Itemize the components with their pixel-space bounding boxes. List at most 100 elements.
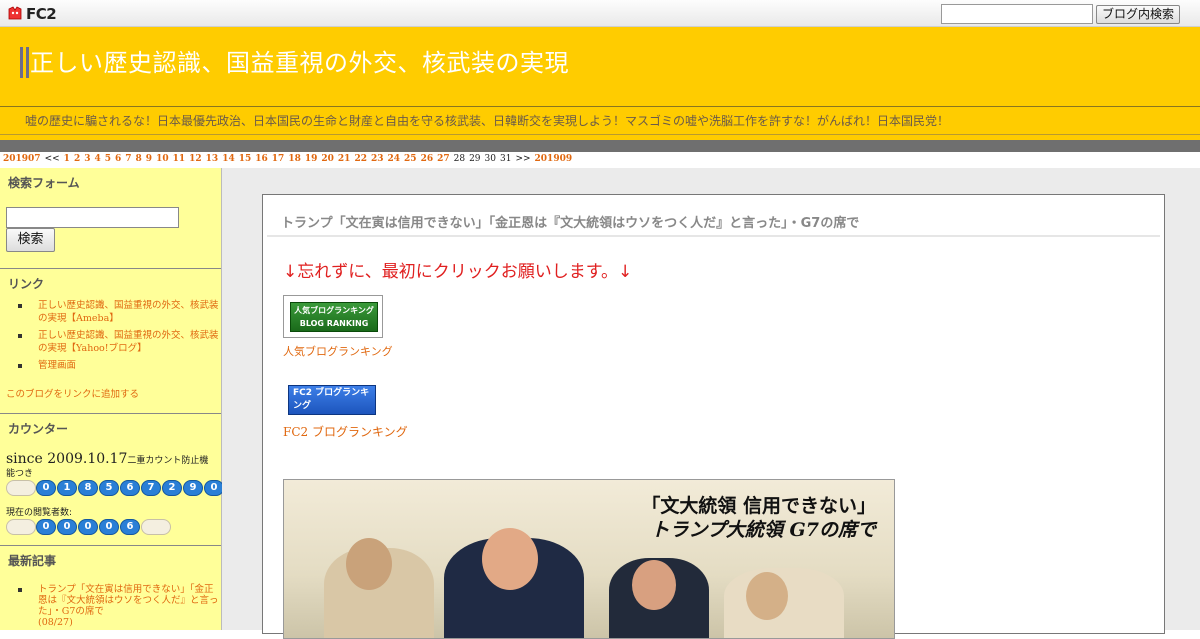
entry-title[interactable]: トランプ「文在寅は信用できない」「金正恩は『文大統領はウソをつく人だ』と言った」…	[281, 212, 859, 231]
calendar-day-link[interactable]: 10	[156, 154, 169, 164]
calendar-day-link[interactable]: 25	[404, 154, 417, 164]
fc2-toolbar: FC2 ブログ内検索	[0, 0, 1200, 27]
counter-digit: 0	[36, 519, 56, 535]
calendar-day-link[interactable]: 8	[136, 154, 142, 164]
sidebar-links-title: リンク	[8, 277, 45, 291]
calendar-day-link[interactable]: 1	[64, 154, 70, 164]
recent-list: トランプ「文在寅は信用できない」「金正恩は『文大統領はウソをつく人だ』と言った」…	[0, 568, 221, 628]
photo-caption-line2: トランプ大統領 G7の席で	[650, 519, 877, 541]
calendar-day-link[interactable]: 17	[272, 154, 285, 164]
sidebar-search-block: 検索フォーム 検索	[0, 168, 221, 268]
calendar-day-link[interactable]: 16	[255, 154, 268, 164]
photo-figure-head	[746, 572, 788, 620]
title-accent-bar	[26, 47, 29, 78]
blog-ranking-banner[interactable]: 人気ブログランキング BLOG RANKING	[283, 295, 383, 338]
header-strip	[0, 140, 1200, 152]
recent-article-title: トランプ「文在寅は信用できない」「金正恩は『文大統領はウソをつく人だ』と言った」…	[38, 584, 219, 617]
fc2-ranking-banner[interactable]: FC2 ブログランキング	[288, 385, 376, 415]
recent-article-link[interactable]: トランプ「文在寅は信用できない」「金正恩は『文大統領はウソをつく人だ』と言った」…	[18, 584, 221, 628]
counter-digit: 6	[120, 480, 140, 496]
calendar-day-link[interactable]: 23	[371, 154, 384, 164]
calendar-day-link[interactable]: 24	[388, 154, 401, 164]
sidebar-counter-block: カウンター since 2009.10.17二重カウント防止機 能つき 0185…	[0, 413, 255, 546]
calendar-day-link[interactable]: 13	[206, 154, 219, 164]
calendar-next-month[interactable]: 201909	[535, 154, 573, 164]
calendar-day-link[interactable]: 11	[173, 154, 186, 164]
header-divider	[0, 134, 1200, 135]
counter-since: since 2009.10.17二重カウント防止機	[6, 451, 208, 467]
blog-header: 正しい歴史認識、国益重視の外交、核武装の実現 嘘の歴史に騙されるな！日本最優先政…	[0, 27, 1200, 152]
counter-note: 二重カウント防止機	[127, 456, 209, 466]
calendar-day-link[interactable]: 12	[189, 154, 202, 164]
fc2-logo[interactable]: FC2	[7, 4, 57, 23]
sidebar-counter-title: カウンター	[8, 422, 69, 436]
calendar-day-link[interactable]: 27	[437, 154, 450, 164]
counter-cap-icon	[141, 519, 171, 535]
current-viewers-counter: 00006	[6, 519, 171, 535]
fc2-logo-text: FC2	[26, 4, 57, 23]
counter-note-cont: 能つき	[6, 469, 34, 479]
site-title[interactable]: 正しい歴史認識、国益重視の外交、核武装の実現	[30, 47, 569, 79]
calendar-day: 30	[484, 154, 496, 164]
counter-cap-icon	[6, 480, 36, 496]
calendar-day-link[interactable]: 9	[146, 154, 152, 164]
calendar-day-link[interactable]: 3	[84, 154, 90, 164]
calendar-day-link[interactable]: 15	[239, 154, 252, 164]
calendar-day-link[interactable]: 2	[74, 154, 80, 164]
calendar-next-arrow: >>	[515, 154, 531, 164]
counter-digit: 0	[204, 480, 224, 496]
fc2-ranking-banner-text: FC2 ブログランキング	[293, 388, 370, 411]
calendar-day-link[interactable]: 18	[288, 154, 301, 164]
calendar-day-link[interactable]: 21	[338, 154, 351, 164]
photo-figure-head	[482, 528, 538, 590]
counter-digit: 6	[120, 519, 140, 535]
calendar-day-link[interactable]: 14	[222, 154, 235, 164]
counter-since-date: since 2009.10.17	[6, 451, 128, 467]
calendar-prev-month[interactable]: 201907	[3, 154, 41, 164]
fc2-fox-icon	[8, 5, 22, 19]
calendar-day-link[interactable]: 19	[305, 154, 318, 164]
blog-search-input[interactable]	[941, 4, 1093, 24]
sidebar-search-title: 検索フォーム	[8, 176, 80, 190]
calendar-day-link[interactable]: 22	[354, 154, 367, 164]
sidebar-recent-title: 最新記事	[8, 554, 57, 568]
sidebar: 検索フォーム 検索 リンク 正しい歴史認識、国益重視の外交、核武装の実現【Ame…	[0, 168, 255, 630]
calendar-day-link[interactable]: 5	[105, 154, 111, 164]
calendar-day-link[interactable]: 6	[115, 154, 121, 164]
calendar-bar: 201907 << 1 2 3 4 5 6 7 8 9 10 11 12 13 14 15 16 17 18 19 20 2…	[0, 153, 1200, 168]
calendar-day: 28	[453, 154, 466, 164]
sidebar-link-yahoo[interactable]: 正しい歴史認識、国益重視の外交、核武装の実現【Yahoo!ブログ】	[18, 329, 221, 355]
title-accent-bar	[20, 47, 23, 78]
sidebar-search-input[interactable]	[6, 207, 179, 228]
sidebar-search-button[interactable]: 検索	[6, 228, 55, 252]
blog-ranking-banner-text: 人気ブログランキング BLOG RANKING	[294, 306, 374, 328]
photo-caption-line1: 「文大統領 信用できない」	[641, 495, 876, 517]
counter-digit: 1	[57, 480, 77, 496]
calendar-day: 31	[499, 154, 512, 164]
blog-entry: トランプ「文在寅は信用できない」「金正恩は『文大統領はウソをつく人だ』と言った」…	[262, 194, 1165, 639]
sidebar-link-admin[interactable]: 管理画面	[18, 359, 221, 372]
fc2-ranking-link[interactable]: FC2 ブログランキング	[283, 423, 408, 440]
photo-caption: 「文大統領 信用できない」 トランプ大統領 G7の席で	[641, 494, 876, 542]
photo-figure-head	[346, 538, 392, 590]
counter-digit: 9	[183, 480, 203, 496]
calendar-day-link[interactable]: 7	[125, 154, 131, 164]
calendar-day-link[interactable]: 4	[94, 154, 100, 164]
click-request-text: ↓忘れずに、最初にクリックお願いします。↓	[283, 262, 633, 282]
article-photo: 「文大統領 信用できない」 トランプ大統領 G7の席で	[283, 479, 895, 639]
blog-search-button[interactable]: ブログ内検索	[1096, 5, 1180, 24]
counter-digit: 0	[99, 519, 119, 535]
header-divider	[0, 106, 1200, 107]
calendar-day-link[interactable]: 26	[421, 154, 434, 164]
photo-figure-head	[632, 560, 676, 610]
calendar-day-link[interactable]: 20	[321, 154, 334, 164]
calendar-day: 29	[469, 154, 481, 164]
sidebar-recent-block: 最新記事 トランプ「文在寅は信用できない」「金正恩は『文大統領はウソをつく人だ』…	[0, 545, 221, 630]
add-link-to-blog[interactable]: このブログをリンクに追加する	[6, 386, 139, 400]
sidebar-link-ameba[interactable]: 正しい歴史認識、国益重視の外交、核武装の実現【Ameba】	[18, 299, 221, 325]
counter-digit: 7	[141, 480, 161, 496]
calendar-prev-arrow: <<	[44, 154, 60, 164]
total-counter: 018567290	[6, 480, 255, 496]
blog-ranking-link[interactable]: 人気ブログランキング	[283, 343, 393, 359]
counter-digit: 8	[78, 480, 98, 496]
